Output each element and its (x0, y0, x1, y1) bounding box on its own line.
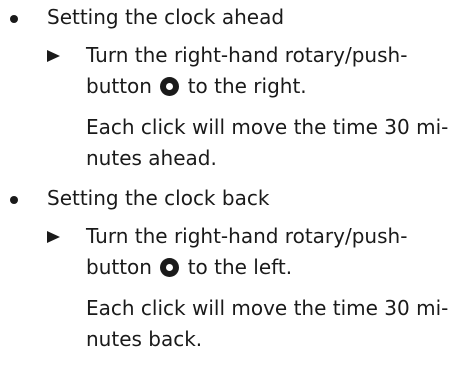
triangle-arrow-icon (47, 231, 60, 243)
step-line: button to the right. (86, 71, 458, 102)
step-text-fragment: to the left. (187, 255, 293, 279)
section-heading: Setting the clock back (47, 186, 270, 210)
section-heading: Setting the clock ahead (47, 5, 285, 29)
result-line: Each click will move the time 30 mi- (86, 296, 449, 320)
step-text-fragment: button (86, 255, 152, 279)
triangle-arrow-icon (47, 50, 60, 62)
result-text: Each click will move the time 30 mi- nut… (86, 293, 456, 355)
step-line: Turn the right-hand rotary/push- (86, 224, 408, 248)
rotary-knob-icon (160, 77, 180, 96)
step-text-fragment: button (86, 74, 152, 98)
step-text: Turn the right-hand rotary/push- button … (86, 40, 458, 102)
step-text-fragment: to the right. (187, 74, 307, 98)
rotary-knob-icon (160, 258, 180, 277)
result-text: Each click will move the time 30 mi- nut… (86, 112, 456, 174)
step-text: Turn the right-hand rotary/push- button … (86, 221, 458, 283)
result-line: nutes ahead. (86, 146, 217, 170)
result-line: Each click will move the time 30 mi- (86, 115, 449, 139)
step-line: Turn the right-hand rotary/push- (86, 43, 408, 67)
result-line: nutes back. (86, 327, 203, 351)
bullet-dot-icon (10, 15, 18, 23)
bullet-dot-icon (10, 196, 18, 204)
step-line: button to the left. (86, 252, 458, 283)
manual-page: Setting the clock ahead Turn the right-h… (0, 0, 464, 383)
